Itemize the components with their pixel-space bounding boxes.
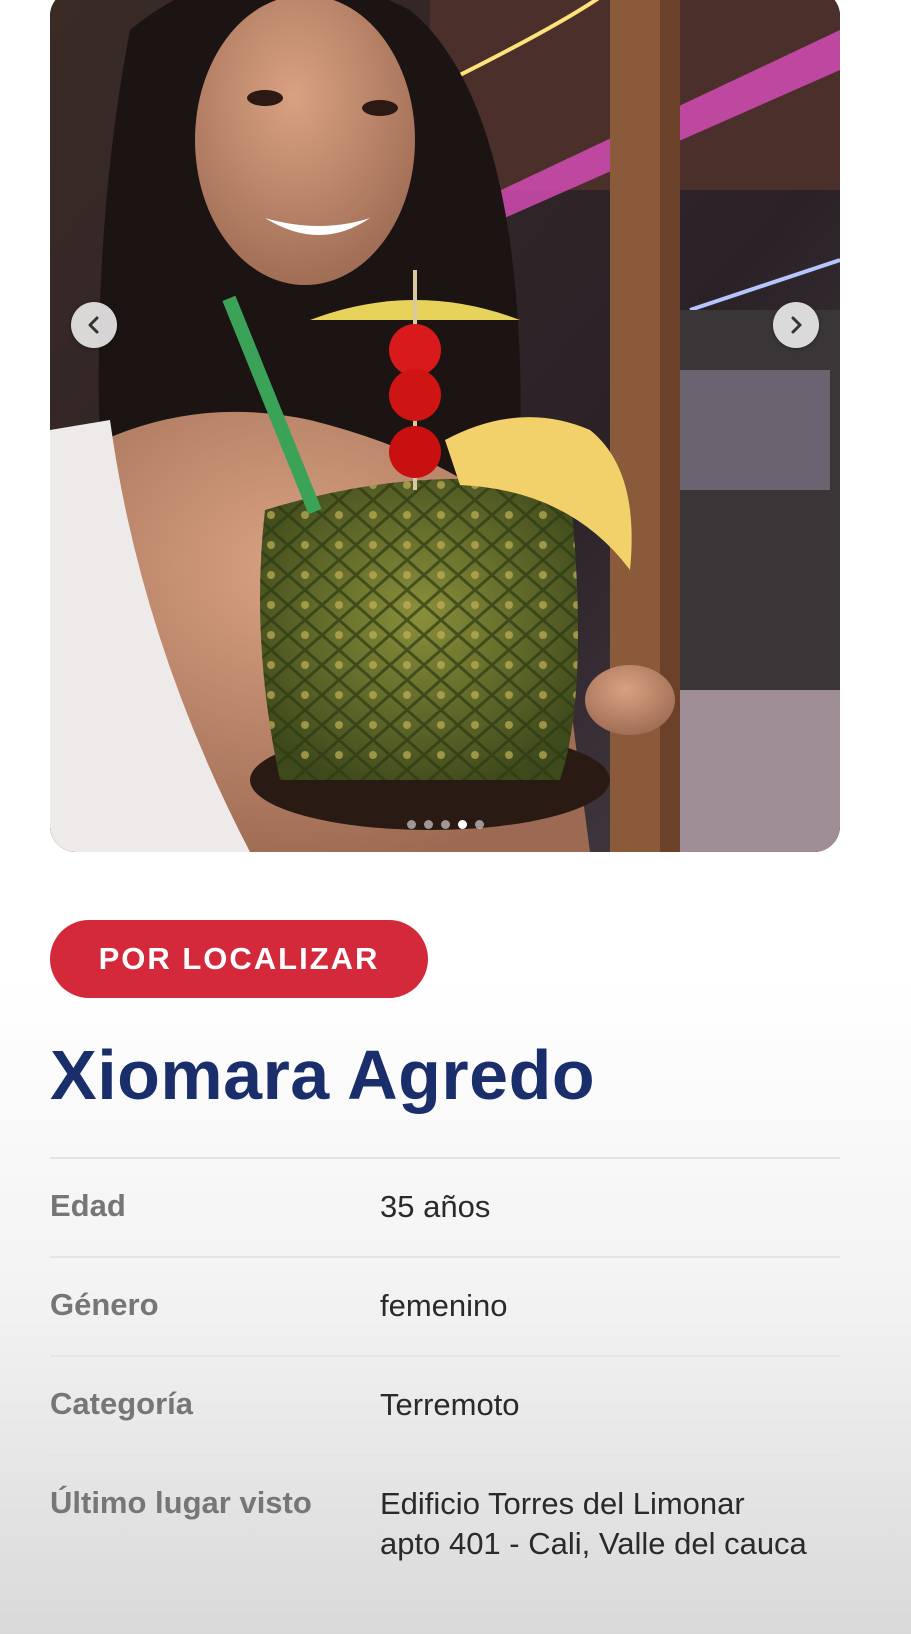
carousel-dot[interactable]: [406, 820, 416, 829]
carousel-dot-active[interactable]: [457, 820, 467, 829]
detail-label: Género: [50, 1287, 159, 1322]
detail-row-last-seen: Último lugar visto Edificio Torres del L…: [50, 1454, 840, 1593]
chevron-right-icon: [791, 316, 802, 334]
profile-photo: [50, 0, 840, 852]
detail-value: femenino: [380, 1288, 508, 1323]
detail-value: 35 años: [380, 1189, 491, 1224]
previous-photo-button[interactable]: [71, 302, 117, 348]
chevron-left-icon: [88, 316, 99, 334]
carousel-pagination: [50, 820, 840, 829]
detail-label: Categoría: [50, 1386, 193, 1421]
profile-photo-carousel[interactable]: [50, 0, 840, 852]
detail-label: Edad: [50, 1188, 126, 1223]
detail-label: Último lugar visto: [50, 1485, 312, 1520]
detail-row-category: Categoría Terremoto: [50, 1355, 840, 1454]
detail-row-age: Edad 35 años: [50, 1157, 840, 1256]
details-table: Edad 35 años Género femenino Categoría T…: [50, 1157, 840, 1593]
carousel-dot[interactable]: [440, 820, 450, 829]
carousel-dot[interactable]: [423, 820, 433, 829]
person-name: Xiomara Agredo: [50, 1036, 596, 1114]
detail-row-gender: Género femenino: [50, 1256, 840, 1355]
detail-value: Terremoto: [380, 1387, 520, 1422]
status-badge: POR LOCALIZAR: [50, 920, 428, 998]
carousel-dot[interactable]: [474, 820, 484, 829]
detail-value: Edificio Torres del Limonar apto 401 - C…: [380, 1486, 807, 1561]
next-photo-button[interactable]: [773, 302, 819, 348]
